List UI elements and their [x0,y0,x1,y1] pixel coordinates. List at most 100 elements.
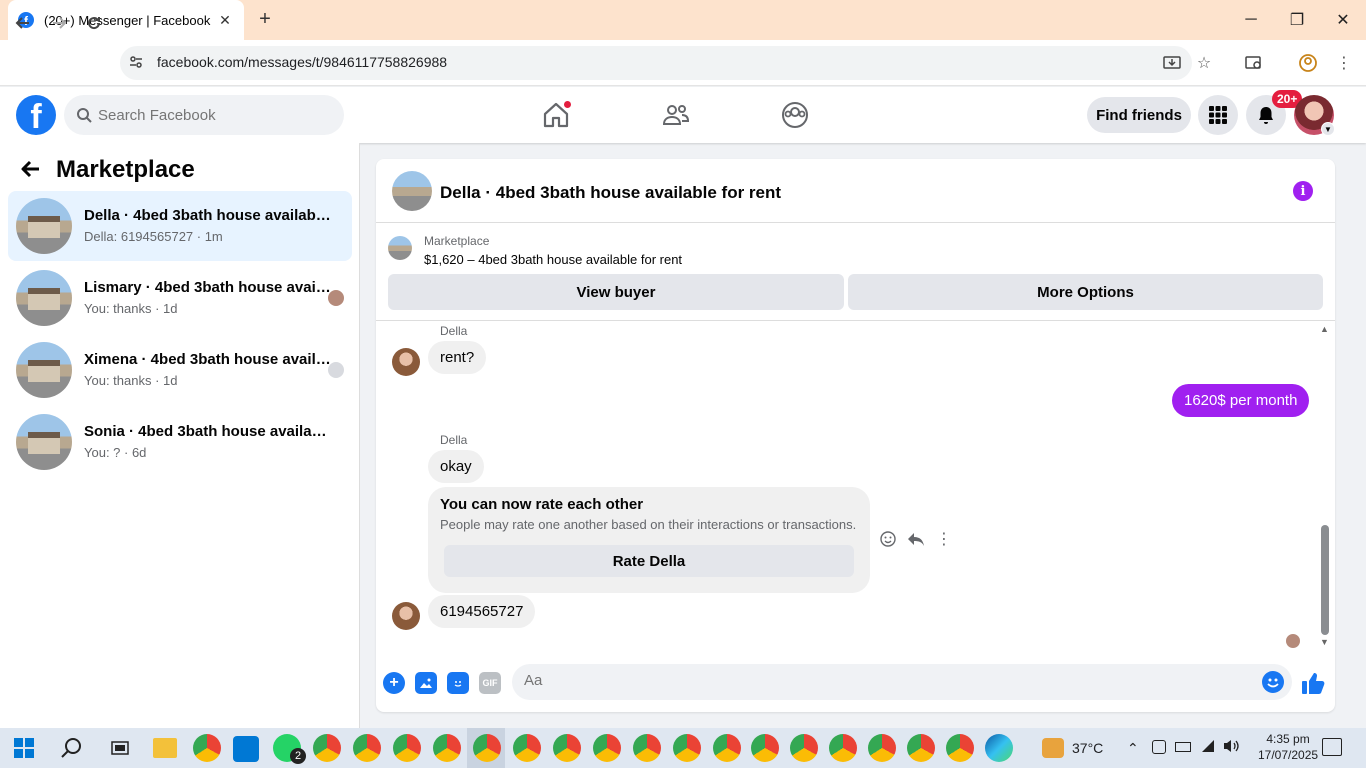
listing-thumbnail [16,414,72,470]
gif-icon[interactable]: GIF [479,672,501,694]
chat-title[interactable]: Della · 4bed 3bath house available for r… [440,183,781,203]
scrollbar-thumb[interactable] [1321,525,1329,635]
conversation-preview: You: thanks · 1d [84,373,178,388]
view-buyer-button[interactable]: View buyer [388,274,844,310]
conversation-name: Della · 4bed 3bath house available for r… [84,207,334,224]
edge-icon[interactable] [985,734,1013,762]
back-arrow-icon[interactable] [20,158,46,184]
chrome-icon[interactable] [751,734,779,762]
battery-icon[interactable] [1175,742,1191,752]
listing-summary[interactable]: $1,620 – 4bed 3bath house available for … [424,252,682,267]
chevron-down-icon[interactable]: ▼ [1321,122,1335,136]
reply-icon[interactable] [907,530,925,548]
friends-icon[interactable] [661,100,691,130]
clock[interactable]: 4:35 pm 17/07/2025 [1258,731,1318,763]
volume-icon[interactable] [1222,738,1240,759]
chrome-icon[interactable] [393,734,421,762]
chrome-menu-icon[interactable]: ⋮ [1331,50,1357,76]
list-item[interactable]: Sonia · 4bed 3bath house available for r… [8,407,352,477]
list-item[interactable]: Lismary · 4bed 3bath house available for… [8,263,352,333]
emoji-icon[interactable] [1262,671,1284,693]
message-composer[interactable] [512,664,1292,700]
profile-icon[interactable] [1295,50,1321,76]
find-friends-button[interactable]: Find friends [1087,97,1191,133]
chrome-icon[interactable] [473,734,501,762]
bookmark-star-icon[interactable]: ☆ [1191,50,1217,76]
read-receipt-avatar [328,362,344,378]
site-settings-icon[interactable] [128,54,146,72]
sticker-icon[interactable] [447,672,469,694]
whatsapp-badge: 2 [290,748,306,764]
rating-card-description: People may rate one another based on the… [440,517,857,532]
chrome-icon[interactable] [673,734,701,762]
conversation-name: Lismary · 4bed 3bath house available for… [84,279,334,296]
chrome-icon[interactable] [553,734,581,762]
chrome-icon[interactable] [353,734,381,762]
scroll-up-icon[interactable]: ▲ [1320,324,1329,334]
conversation-preview: You: thanks · 1d [84,301,178,316]
system-tray-icon[interactable] [1152,740,1166,754]
more-options-button[interactable]: More Options [848,274,1323,310]
groups-icon[interactable] [780,100,810,130]
incoming-message[interactable]: 6194565727 [428,595,536,628]
notification-center-icon[interactable] [1322,738,1342,756]
forward-button[interactable] [44,8,74,38]
wifi-icon[interactable] [1200,738,1216,759]
chrome-icon[interactable] [633,734,661,762]
minimize-button[interactable]: ─ [1228,0,1274,40]
chrome-icon[interactable] [313,734,341,762]
chrome-icon[interactable] [713,734,741,762]
avatar[interactable] [392,348,420,376]
plus-icon[interactable]: + [383,672,405,694]
photo-icon[interactable] [415,672,437,694]
avatar[interactable] [392,602,420,630]
date-text: 17/07/2025 [1258,748,1319,762]
chrome-icon[interactable] [593,734,621,762]
react-emoji-icon[interactable] [879,530,897,548]
chrome-icon[interactable] [907,734,935,762]
new-tab-button[interactable]: + [254,8,276,32]
chrome-icon[interactable] [193,734,221,762]
message-input[interactable] [524,672,1244,689]
chrome-icon[interactable] [946,734,974,762]
more-actions-icon[interactable]: ⋮ [935,530,953,548]
chrome-icon[interactable] [829,734,857,762]
facebook-logo-icon[interactable]: f [16,95,56,135]
back-button[interactable] [8,8,38,38]
install-app-icon[interactable] [1159,50,1185,76]
url-text[interactable]: facebook.com/messages/t/9846117758826988 [157,54,447,70]
chrome-icon[interactable] [433,734,461,762]
list-item[interactable]: Ximena · 4bed 3bath house available for … [8,335,352,405]
list-item[interactable]: Della · 4bed 3bath house available for r… [8,191,352,261]
info-icon[interactable]: i [1293,181,1313,201]
thumbs-up-icon[interactable] [1300,670,1326,696]
listing-thumbnail[interactable] [392,171,432,211]
tab-close-icon[interactable]: ✕ [216,12,234,29]
chrome-icon[interactable] [868,734,896,762]
vscode-icon[interactable] [233,736,259,762]
page-title: Marketplace [56,156,195,183]
chrome-icon[interactable] [513,734,541,762]
chrome-icon[interactable] [790,734,818,762]
tab-search-icon[interactable] [1241,50,1267,76]
file-explorer-icon[interactable] [153,738,177,758]
search-icon[interactable] [60,736,84,765]
search-input[interactable] [98,106,318,124]
incoming-message[interactable]: okay [428,450,484,483]
restore-button[interactable]: ❐ [1274,0,1320,40]
outgoing-message[interactable]: 1620$ per month [1172,384,1310,417]
chat-panel [376,159,1335,712]
chevron-up-icon[interactable]: ⌃ [1127,740,1139,757]
reload-button[interactable] [79,8,109,38]
marketplace-listing-thumbnail [388,236,412,260]
rate-della-button[interactable]: Rate Della [444,545,854,577]
temperature[interactable]: 37°C [1072,740,1103,756]
facebook-search[interactable] [64,95,344,135]
weather-icon [1042,738,1064,758]
scroll-down-icon[interactable]: ▼ [1320,637,1329,647]
menu-grid-icon[interactable] [1198,95,1238,135]
incoming-message[interactable]: rent? [428,341,487,374]
close-window-button[interactable]: ✕ [1320,0,1366,40]
windows-start-icon[interactable] [14,738,34,763]
task-view-icon[interactable] [110,739,130,762]
